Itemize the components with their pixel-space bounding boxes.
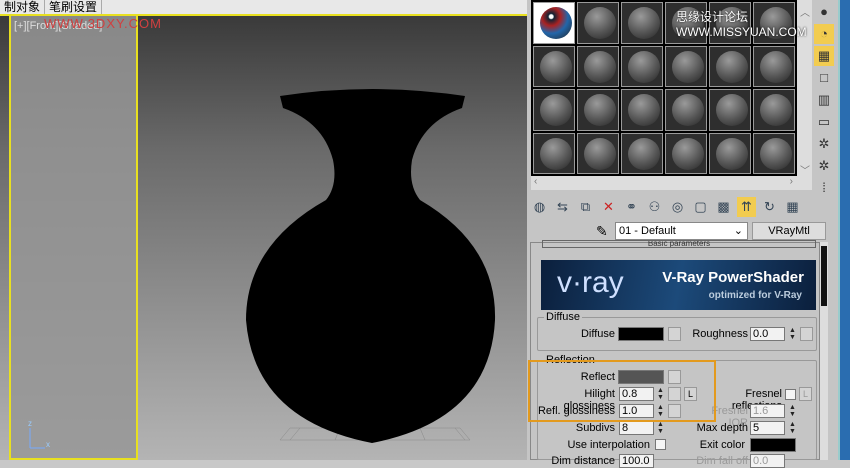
material-slot[interactable] <box>665 132 707 174</box>
max-depth-spinner[interactable]: ▲ ▼ <box>788 421 797 435</box>
material-name: 01 - Default <box>619 225 676 237</box>
material-slot[interactable] <box>533 45 575 87</box>
roughness-input[interactable]: 0.0 <box>750 327 785 341</box>
material-slot[interactable] <box>533 132 575 174</box>
background-icon[interactable]: ▦ <box>783 197 802 217</box>
material-slot[interactable] <box>577 132 619 174</box>
roughness-spinner[interactable]: ▲ ▼ <box>788 327 797 341</box>
background-icon[interactable]: ▦ <box>814 46 834 66</box>
dim-falloff-label: Dim fall off <box>696 455 748 467</box>
material-slot[interactable] <box>621 45 663 87</box>
material-slot[interactable] <box>709 132 751 174</box>
options-icon[interactable]: ✲ <box>814 134 834 154</box>
subdivs-spinner[interactable]: ▲ ▼ <box>656 421 665 435</box>
subdivs-input[interactable]: 8 <box>619 421 654 435</box>
make-preview-icon[interactable]: ▭ <box>814 112 834 132</box>
material-slot[interactable] <box>621 2 663 44</box>
dim-distance-input[interactable]: 100.0 <box>619 454 654 468</box>
reset-map-icon[interactable]: ✕ <box>599 197 618 217</box>
rollout-scroll-thumb[interactable] <box>821 246 827 306</box>
banner-title: V-Ray PowerShader <box>662 269 804 286</box>
slots-horizontal-scrollbar[interactable]: ‹ › <box>531 176 797 190</box>
vray-logo: v·ray <box>557 266 624 299</box>
chevron-down-icon: ⌄ <box>733 225 743 237</box>
diffuse-map-button[interactable] <box>668 327 681 341</box>
dim-distance-label: Dim distance <box>551 455 615 467</box>
go-forward-icon[interactable]: ↻ <box>760 197 779 217</box>
fresnel-reflections-checkbox[interactable] <box>785 389 796 400</box>
svg-text:z: z <box>28 419 32 428</box>
command-panel-edge <box>838 0 850 460</box>
put-to-scene-icon[interactable]: ⇆ <box>553 197 572 217</box>
show-map-icon[interactable]: ▢ <box>691 197 710 217</box>
fresnel-ior-spinner[interactable]: ▲ ▼ <box>788 404 797 418</box>
roughness-map-button[interactable] <box>800 327 813 341</box>
material-name-dropdown[interactable]: 01 - Default ⌄ <box>615 222 748 240</box>
material-slot[interactable] <box>665 89 707 131</box>
material-slot[interactable] <box>621 132 663 174</box>
material-slot[interactable] <box>577 89 619 131</box>
material-map-navigator-icon[interactable]: ⁞ <box>814 178 834 198</box>
svg-text:x: x <box>46 440 50 449</box>
vray-banner: v·ray V-Ray PowerShader optimized for V-… <box>541 260 816 310</box>
diffuse-color-swatch[interactable] <box>618 327 664 341</box>
material-id-icon[interactable]: ◎ <box>668 197 687 217</box>
highlight-box <box>528 360 716 422</box>
exit-color-swatch[interactable] <box>750 438 796 452</box>
material-toolbar: ◍ ⇆ ⧉ ✕ ⚭ ⚇ ◎ ▢ ▩ ⇈ ↻ ▦ <box>530 197 802 217</box>
material-slot[interactable] <box>621 89 663 131</box>
video-color-check-icon[interactable]: ▥ <box>814 90 834 110</box>
dim-falloff-input[interactable]: 0.0 <box>750 454 785 468</box>
max-depth-label: Max depth <box>696 422 748 434</box>
diffuse-group-title: Diffuse <box>544 311 583 323</box>
vase-model[interactable]: zx <box>0 0 527 460</box>
material-slot[interactable] <box>753 89 795 131</box>
max-depth-input[interactable]: 5 <box>750 421 785 435</box>
show-end-result-icon[interactable]: ▩ <box>714 197 733 217</box>
make-unique-icon[interactable]: ⚭ <box>622 197 641 217</box>
material-slot[interactable] <box>577 45 619 87</box>
material-slot[interactable] <box>709 45 751 87</box>
material-slot[interactable] <box>753 45 795 87</box>
subdivs-label: Subdivs <box>575 422 615 434</box>
get-material-icon[interactable]: ◍ <box>530 197 549 217</box>
exit-color-label: Exit color <box>699 439 745 451</box>
banner-subtitle: optimized for V-Ray <box>708 290 802 301</box>
vase-silhouette <box>246 89 496 443</box>
material-slot[interactable] <box>533 2 575 44</box>
material-slot[interactable] <box>709 89 751 131</box>
diffuse-label: Diffuse <box>580 328 615 340</box>
axis-tripod-icon <box>29 428 45 449</box>
assign-to-selection-icon[interactable]: ⧉ <box>576 197 595 217</box>
material-slot[interactable] <box>577 2 619 44</box>
material-slot[interactable] <box>665 45 707 87</box>
go-to-parent-icon[interactable]: ⇈ <box>737 197 756 217</box>
eyedropper-icon[interactable]: ✎ <box>596 223 608 240</box>
use-interpolation-checkbox[interactable] <box>655 439 666 450</box>
material-slot[interactable] <box>753 132 795 174</box>
watermark-2: 思缘设计论坛 WWW.MISSYUAN.COM <box>676 10 807 39</box>
material-type-button[interactable]: VRayMtl <box>752 222 826 240</box>
fresnel-ior-input[interactable]: 1.6 <box>750 404 785 418</box>
material-slot[interactable] <box>533 89 575 131</box>
select-by-material-icon[interactable]: ✲ <box>814 156 834 176</box>
put-to-library-icon[interactable]: ⚇ <box>645 197 664 217</box>
roughness-label: Roughness <box>692 328 748 340</box>
use-interpolation-label: Use interpolation <box>567 439 650 451</box>
uv-tiling-icon[interactable]: □ <box>814 68 834 88</box>
rollout-header[interactable]: Basic parameters <box>542 240 816 248</box>
fresnel-lock-button[interactable]: L <box>799 387 812 401</box>
